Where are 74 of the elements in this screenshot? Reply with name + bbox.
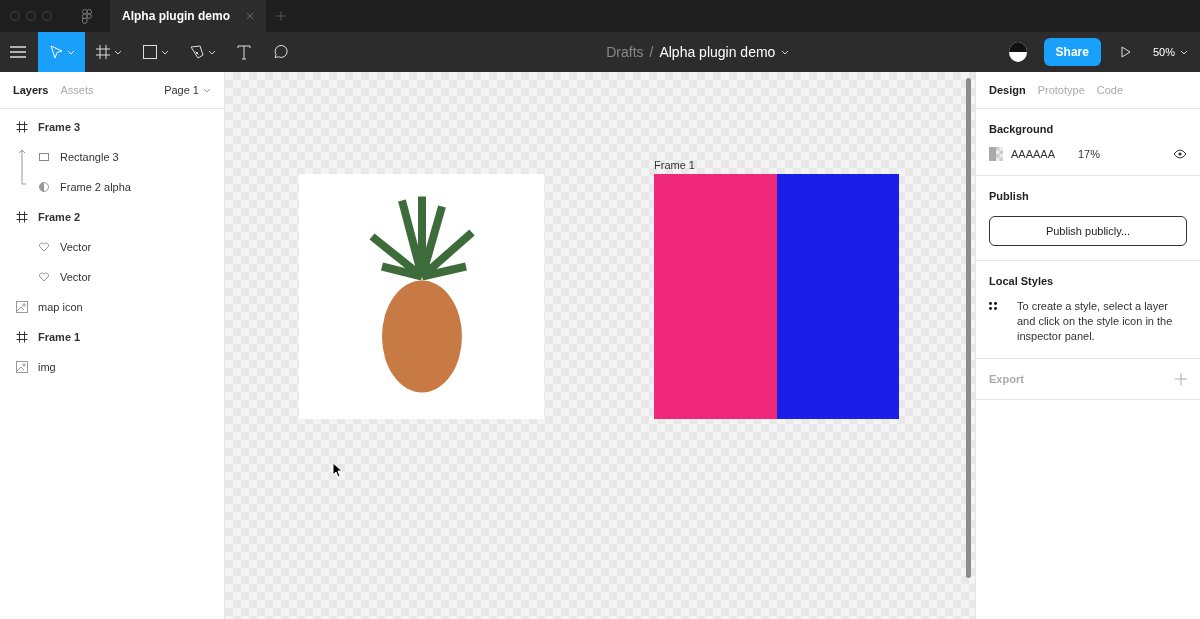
heart-icon xyxy=(38,241,50,253)
close-icon[interactable] xyxy=(246,12,254,20)
layer-name: map icon xyxy=(38,301,83,313)
layer-item[interactable]: img xyxy=(0,352,224,382)
zoom-dropdown[interactable]: 50% xyxy=(1152,46,1188,58)
logo-icon xyxy=(82,8,92,24)
image-icon xyxy=(16,361,28,373)
caret-icon xyxy=(1180,49,1188,55)
layer-name: Frame 1 xyxy=(38,331,81,343)
layer-item[interactable]: Frame 2 xyxy=(0,202,224,232)
layer-name: Frame 3 xyxy=(38,121,81,133)
frame-icon xyxy=(16,121,28,133)
text-icon xyxy=(236,44,252,60)
section-title: Publish xyxy=(989,190,1030,202)
color-rectangle[interactable] xyxy=(776,174,899,419)
page-dropdown[interactable]: Page 1 xyxy=(164,84,211,96)
layer-item[interactable]: map icon xyxy=(0,292,224,322)
avatar[interactable] xyxy=(1007,41,1028,63)
plus-icon[interactable] xyxy=(276,11,286,21)
hex-value[interactable]: AAAAAA xyxy=(1011,148,1078,160)
section-title: Background xyxy=(989,123,1055,135)
canvas[interactable]: Frame 1 xyxy=(225,72,975,619)
pointer-icon xyxy=(48,44,64,60)
panel-tab[interactable]: Layers xyxy=(13,84,49,96)
layer-name: img xyxy=(38,361,56,373)
layer-name: Vector xyxy=(60,271,92,283)
menu-icon[interactable] xyxy=(10,46,26,58)
comment-icon xyxy=(272,44,288,60)
opacity-value[interactable]: 17% xyxy=(1078,148,1173,160)
layer-item[interactable]: Vector xyxy=(0,262,224,292)
file-name[interactable]: Alpha plugin demo xyxy=(659,44,776,60)
play-icon[interactable] xyxy=(1120,46,1131,58)
section-title: Local Styles xyxy=(989,275,1055,287)
rectangle-icon xyxy=(142,44,158,60)
heart-icon xyxy=(38,271,50,283)
frame-icon xyxy=(16,211,28,223)
breadcrumb-link[interactable]: Drafts xyxy=(606,44,644,60)
cursor-icon xyxy=(332,462,344,478)
caret-icon xyxy=(781,49,790,55)
frame[interactable] xyxy=(654,174,899,419)
tab-title: Alpha plugin demo xyxy=(122,9,230,23)
section-title: Export xyxy=(989,373,1024,385)
frame-icon xyxy=(16,331,28,343)
frame-label: Frame 1 xyxy=(654,159,695,171)
caret-icon xyxy=(208,49,216,55)
pen-icon xyxy=(189,44,205,60)
breadcrumb-separator: / xyxy=(649,44,654,60)
file-tab[interactable]: Alpha plugin demo xyxy=(110,0,266,32)
caret-icon xyxy=(203,87,211,93)
rectangle-icon xyxy=(38,151,50,163)
style-icon xyxy=(989,302,997,310)
layer-item[interactable]: Frame 1 xyxy=(0,322,224,352)
layer-name: Rectangle 3 xyxy=(60,151,119,163)
layer-item[interactable]: Frame 3 xyxy=(0,112,224,142)
layer-item[interactable]: Vector xyxy=(0,232,224,262)
image-icon xyxy=(16,301,28,313)
color-swatch[interactable] xyxy=(989,147,1003,161)
hint-text: To create a style, select a layer and click on the style icon in the inspector panel. xyxy=(1017,299,1174,344)
caret-icon xyxy=(114,49,122,55)
color-rectangle[interactable] xyxy=(654,174,777,419)
plus-icon[interactable] xyxy=(1175,373,1187,385)
scrollbar[interactable] xyxy=(966,78,971,578)
layer-name: Frame 2 xyxy=(38,211,81,223)
frame-icon xyxy=(95,44,111,60)
layer-item[interactable]: Frame 2 alpha xyxy=(0,172,224,202)
half-circle-icon xyxy=(38,181,50,193)
eye-icon[interactable] xyxy=(1173,149,1187,159)
panel-tab[interactable]: Design xyxy=(989,84,1026,96)
layer-name: Vector xyxy=(60,241,92,253)
caret-icon xyxy=(161,49,169,55)
layer-item[interactable]: Rectangle 3 xyxy=(0,142,224,172)
caret-icon xyxy=(67,49,75,55)
publish-button[interactable]: Publish publicly... xyxy=(989,216,1187,246)
layer-name: Frame 2 alpha xyxy=(60,181,131,193)
